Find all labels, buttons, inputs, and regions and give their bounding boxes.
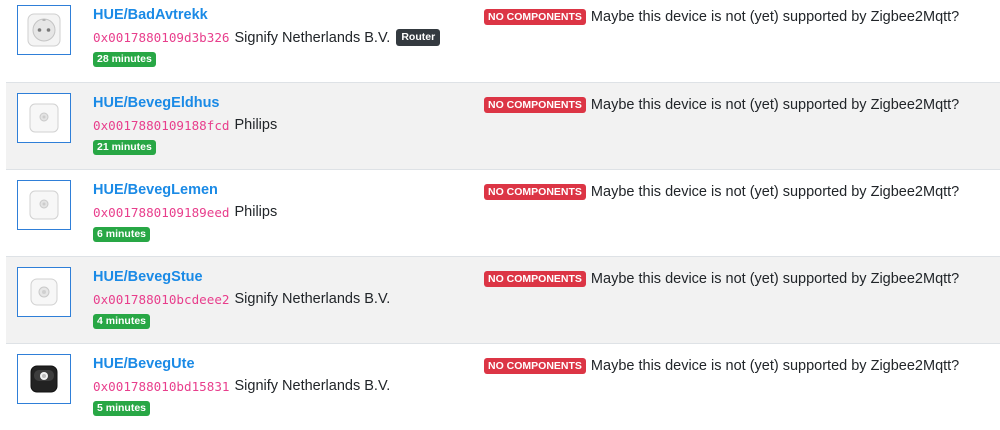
motion-sensor-icon (29, 103, 59, 133)
ieee-address: 0x0017880109189eed (93, 204, 230, 220)
status: NO COMPONENTS Maybe this device is not (… (484, 9, 959, 25)
device-name-link[interactable]: HUE/BevegUte (93, 356, 195, 372)
device-image[interactable] (17, 93, 71, 143)
status-message: Maybe this device is not (yet) supported… (590, 184, 960, 200)
ieee-address: 0x001788010bd15831 (93, 378, 230, 394)
vendor-name: Signify Netherlands B.V. (234, 378, 391, 394)
last-seen-badge: 4 minutes (93, 314, 151, 329)
no-components-badge: NO COMPONENTS (484, 271, 586, 287)
device-image[interactable] (17, 267, 71, 317)
no-components-badge: NO COMPONENTS (484, 9, 586, 25)
status-message: Maybe this device is not (yet) supported… (590, 9, 960, 25)
ieee-address: 0x0017880109d3b326 (93, 30, 230, 45)
device-list: HUE/BadAvtrekk 0x0017880109d3b326 Signif… (0, 0, 1000, 427)
device-info: 0x0017880109189eed Philips (93, 204, 277, 220)
device-row: HUE/BevegLemen 0x0017880109189eed Philip… (6, 169, 1000, 256)
device-row: HUE/BevegStue 0x001788010bcdeee2 Signify… (6, 256, 1000, 343)
last-seen-badge: 28 minutes (93, 52, 156, 67)
last-seen-badge: 6 minutes (93, 227, 151, 242)
ieee-address: 0x0017880109188fcd (93, 117, 230, 133)
status: NO COMPONENTS Maybe this device is not (… (484, 97, 959, 113)
smart-plug-icon (27, 13, 61, 47)
device-row: HUE/BadAvtrekk 0x0017880109d3b326 Signif… (6, 0, 1000, 87)
vendor-name: Signify Netherlands B.V. (234, 291, 391, 307)
vendor-name: Signify Netherlands B.V. (234, 29, 391, 46)
device-row: HUE/BevegUte 0x001788010bd15831 Signify … (6, 343, 1000, 430)
device-name-link[interactable]: HUE/BevegStue (93, 269, 203, 285)
outdoor-motion-sensor-icon (30, 365, 58, 393)
no-components-badge: NO COMPONENTS (484, 184, 586, 200)
device-type-badge: Router (396, 29, 441, 46)
no-components-badge: NO COMPONENTS (484, 97, 586, 113)
device-image[interactable] (17, 354, 71, 404)
device-row: HUE/BevegEldhus 0x0017880109188fcd Phili… (6, 82, 1000, 169)
status-message: Maybe this device is not (yet) supported… (590, 271, 960, 287)
status: NO COMPONENTS Maybe this device is not (… (484, 184, 959, 200)
vendor-name: Philips (234, 204, 278, 220)
device-name-link[interactable]: HUE/BadAvtrekk (93, 7, 208, 23)
device-info: 0x001788010bd15831 Signify Netherlands B… (93, 378, 390, 394)
device-info: 0x0017880109188fcd Philips (93, 117, 277, 133)
status-message: Maybe this device is not (yet) supported… (590, 358, 960, 374)
device-image[interactable] (17, 5, 71, 55)
status-message: Maybe this device is not (yet) supported… (590, 97, 960, 113)
motion-sensor-icon (29, 190, 59, 220)
motion-sensor-icon (30, 278, 58, 306)
status: NO COMPONENTS Maybe this device is not (… (484, 271, 959, 287)
device-info: 0x001788010bcdeee2 Signify Netherlands B… (93, 291, 390, 307)
ieee-address: 0x001788010bcdeee2 (93, 291, 230, 307)
last-seen-badge: 5 minutes (93, 401, 151, 416)
last-seen-badge: 21 minutes (93, 140, 156, 155)
device-name-link[interactable]: HUE/BevegLemen (93, 182, 218, 198)
device-info: 0x0017880109d3b326 Signify Netherlands B… (93, 29, 441, 46)
no-components-badge: NO COMPONENTS (484, 358, 586, 374)
device-name-link[interactable]: HUE/BevegEldhus (93, 95, 220, 111)
status: NO COMPONENTS Maybe this device is not (… (484, 358, 959, 374)
device-image[interactable] (17, 180, 71, 230)
vendor-name: Philips (234, 117, 278, 133)
